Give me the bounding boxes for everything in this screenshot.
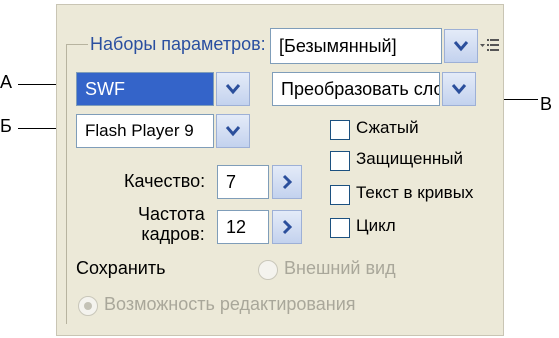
player-dropdown-button[interactable] bbox=[216, 114, 250, 148]
protected-label: Защищенный bbox=[356, 149, 463, 168]
group-border-left bbox=[66, 44, 67, 324]
chevron-down-icon bbox=[225, 126, 241, 137]
chevron-right-icon bbox=[282, 219, 293, 235]
appearance-radio[interactable] bbox=[258, 260, 278, 280]
quality-input[interactable]: 7 bbox=[217, 165, 269, 199]
panel-menu-icon[interactable] bbox=[480, 36, 500, 56]
group-border-top bbox=[66, 44, 88, 45]
text-as-outlines-label: Текст в кривых bbox=[356, 183, 474, 202]
radio-selected-dot bbox=[84, 302, 92, 310]
framerate-label: Частота кадров: bbox=[138, 204, 205, 244]
quality-stepper-button[interactable] bbox=[272, 165, 302, 199]
chevron-right-icon bbox=[282, 174, 293, 190]
text-as-outlines-checkbox[interactable] bbox=[330, 185, 350, 205]
chevron-down-icon bbox=[225, 84, 241, 95]
format-select[interactable]: SWF bbox=[76, 72, 214, 106]
protected-checkbox[interactable] bbox=[330, 151, 350, 171]
preset-dropdown-button[interactable] bbox=[444, 29, 478, 63]
preset-select[interactable]: [Безымянный] bbox=[270, 28, 442, 64]
editability-label: Возможность редактирования bbox=[104, 294, 356, 314]
appearance-label: Внешний вид bbox=[284, 258, 396, 278]
loop-label: Цикл bbox=[356, 216, 396, 235]
compressed-label: Сжатый bbox=[356, 118, 419, 137]
quality-label: Качество: bbox=[124, 171, 206, 191]
callout-a-label: А bbox=[0, 72, 13, 92]
compressed-checkbox[interactable] bbox=[330, 120, 350, 140]
preset-group-label: Наборы параметров: bbox=[90, 34, 266, 54]
framerate-input[interactable]: 12 bbox=[217, 210, 269, 244]
layers-select[interactable]: Преобразовать слои bbox=[272, 72, 440, 106]
framerate-label-line2: кадров: bbox=[141, 224, 205, 244]
chevron-down-icon bbox=[451, 84, 467, 95]
editability-radio[interactable] bbox=[78, 296, 98, 316]
layers-dropdown-button[interactable] bbox=[442, 72, 476, 106]
chevron-down-icon bbox=[453, 41, 469, 52]
framerate-label-line1: Частота bbox=[138, 204, 205, 224]
callout-v-label: В bbox=[540, 94, 553, 114]
framerate-stepper-button[interactable] bbox=[272, 210, 302, 244]
callout-b-label: Б bbox=[0, 116, 12, 136]
format-dropdown-button[interactable] bbox=[216, 72, 250, 106]
player-version-select[interactable]: Flash Player 9 bbox=[76, 114, 214, 148]
loop-checkbox[interactable] bbox=[330, 218, 350, 238]
save-label: Сохранить bbox=[76, 258, 166, 278]
